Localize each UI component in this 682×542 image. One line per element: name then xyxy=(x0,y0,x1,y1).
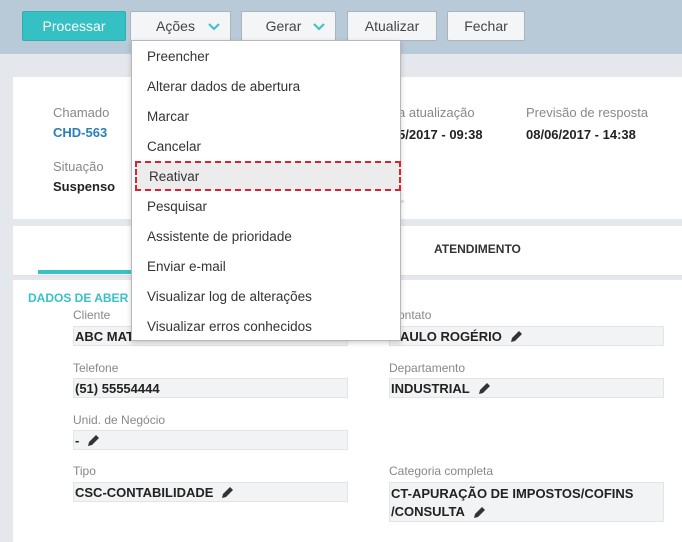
pencil-icon[interactable] xyxy=(510,329,524,343)
categoria-label: Categoria completa xyxy=(389,464,494,478)
tipo-value: CSC-CONTABILIDADE xyxy=(75,484,214,500)
processar-label: Processar xyxy=(42,18,106,34)
chamado-value-link[interactable]: CHD-563 xyxy=(53,125,107,140)
fechar-button[interactable]: Fechar xyxy=(447,11,525,41)
menu-item-cancelar[interactable]: Cancelar xyxy=(132,131,400,161)
cliente-label: Cliente xyxy=(73,308,111,322)
telefone-label: Telefone xyxy=(73,361,119,375)
section-title: DADOS DE ABER xyxy=(28,291,129,305)
acoes-dropdown-button[interactable]: Ações xyxy=(130,11,231,41)
atualizacao-value: 5/2017 - 09:38 xyxy=(398,127,483,142)
atualizar-label: Atualizar xyxy=(364,18,420,34)
atualizar-button[interactable]: Atualizar xyxy=(347,11,437,41)
menu-item-marcar[interactable]: Marcar xyxy=(132,101,400,131)
menu-item-reativar[interactable]: Reativar xyxy=(135,161,401,191)
acoes-dropdown-menu: Preencher Alterar dados de abertura Marc… xyxy=(131,40,401,341)
telefone-field: (51) 55554444 xyxy=(73,378,348,398)
contato-value: AULO ROGÉRIO xyxy=(400,328,502,344)
menu-item-assistente-prioridade[interactable]: Assistente de prioridade xyxy=(132,221,400,251)
menu-item-enviar-email[interactable]: Enviar e-mail xyxy=(132,251,400,281)
menu-item-erros-conhecidos[interactable]: Visualizar erros conhecidos xyxy=(132,311,400,341)
unid-negocio-label: Unid. de Negócio xyxy=(73,413,166,427)
menu-item-log-alteracoes[interactable]: Visualizar log de alterações xyxy=(132,281,400,311)
previsao-value: 08/06/2017 - 14:38 xyxy=(526,127,636,142)
unid-negocio-field: - xyxy=(73,430,348,450)
menu-item-pesquisar[interactable]: Pesquisar xyxy=(132,191,400,221)
processar-button[interactable]: Processar xyxy=(22,11,126,41)
cliente-value: ABC MAT xyxy=(75,328,134,344)
unid-negocio-value: - xyxy=(75,432,80,448)
situacao-value: Suspenso xyxy=(53,179,116,194)
fechar-label: Fechar xyxy=(464,18,508,34)
departamento-field: INDUSTRIAL xyxy=(389,378,664,398)
atualizacao-label: a atualização xyxy=(398,105,475,120)
menu-item-alterar-dados[interactable]: Alterar dados de abertura xyxy=(132,71,400,101)
tipo-field: CSC-CONTABILIDADE xyxy=(73,482,348,502)
departamento-label: Departamento xyxy=(389,361,466,375)
contato-label: ontato xyxy=(398,308,432,322)
categoria-value-line2: /CONSULTA xyxy=(391,504,465,519)
gerar-label: Gerar xyxy=(265,18,302,34)
chevron-down-icon xyxy=(313,23,325,31)
categoria-field: CT-APURAÇÃO DE IMPOSTOS/COFINS /CONSULTA xyxy=(389,482,664,522)
chevron-down-icon xyxy=(208,23,220,31)
chamado-label: Chamado xyxy=(53,105,110,120)
tab-atendimento[interactable]: ATENDIMENTO xyxy=(434,242,521,256)
pencil-icon[interactable] xyxy=(221,485,235,499)
acoes-label: Ações xyxy=(156,18,195,34)
telefone-value: (51) 55554444 xyxy=(75,380,160,396)
active-tab-indicator xyxy=(38,270,138,274)
tipo-label: Tipo xyxy=(73,464,96,478)
pencil-icon[interactable] xyxy=(87,433,101,447)
gerar-dropdown-button[interactable]: Gerar xyxy=(241,11,336,41)
contato-field: AULO ROGÉRIO xyxy=(389,326,664,346)
previsao-label: Previsão de resposta xyxy=(526,105,649,120)
menu-item-preencher[interactable]: Preencher xyxy=(132,41,400,71)
departamento-value: INDUSTRIAL xyxy=(391,380,470,396)
pencil-icon[interactable] xyxy=(478,381,492,395)
categoria-value-line1: CT-APURAÇÃO DE IMPOSTOS/COFINS xyxy=(391,486,634,501)
pencil-icon[interactable] xyxy=(473,505,487,519)
situacao-label: Situação xyxy=(53,159,104,174)
